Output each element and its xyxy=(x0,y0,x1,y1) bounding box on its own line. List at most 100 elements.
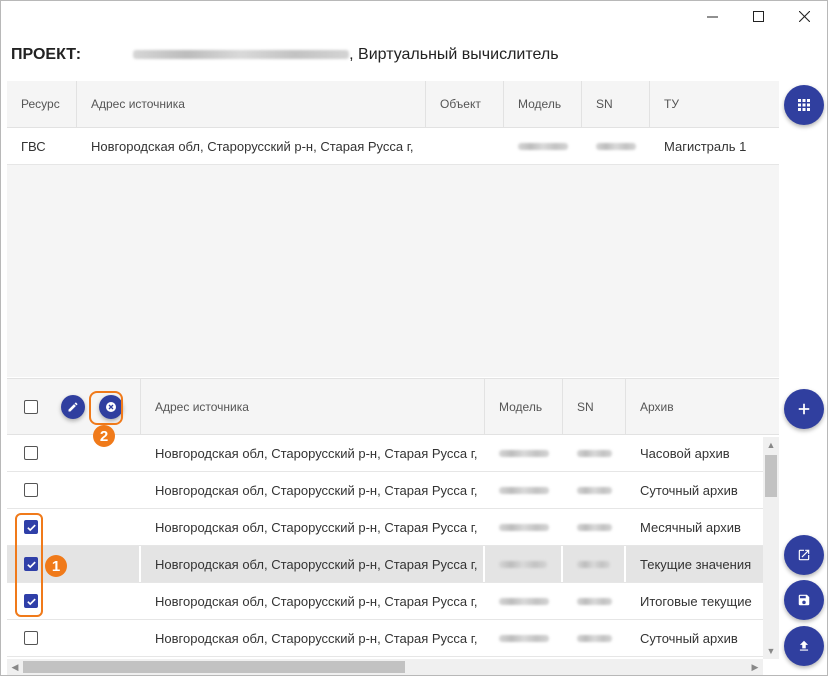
cell-model xyxy=(485,472,563,508)
column-header-sn[interactable]: SN xyxy=(563,379,626,434)
row-checkbox[interactable] xyxy=(24,446,38,460)
cell-object xyxy=(426,128,504,164)
scroll-up-icon[interactable]: ▲ xyxy=(763,437,779,453)
table-row[interactable]: Новгородская обл, Старорусский р-н, Стар… xyxy=(7,509,779,546)
plus-icon xyxy=(798,403,810,415)
save-button[interactable] xyxy=(784,580,824,620)
column-header-model[interactable]: Модель xyxy=(485,379,563,434)
callout-ring-checkboxes xyxy=(15,513,43,617)
redacted-model xyxy=(499,634,549,642)
redacted-model xyxy=(499,449,549,457)
table-row[interactable]: ГВС Новгородская обл, Старорусский р-н, … xyxy=(7,128,779,165)
cell-archive: Часовой архив xyxy=(640,445,730,461)
redacted-sn xyxy=(577,486,612,494)
page-title: ПРОЕКТ: , Виртуальный вычислитель xyxy=(11,46,559,64)
table-row[interactable]: Новгородская обл, Старорусский р-н, Стар… xyxy=(7,472,779,509)
minimize-button[interactable] xyxy=(689,1,735,31)
select-all-checkbox[interactable] xyxy=(24,399,38,414)
cell-sn xyxy=(563,546,626,582)
cell-source-address: Новгородская обл, Старорусский р-н, Стар… xyxy=(155,445,478,461)
cell-checkbox xyxy=(7,620,141,656)
row-checkbox[interactable] xyxy=(24,483,38,497)
close-button[interactable] xyxy=(781,1,827,31)
archives-grid-body: Новгородская обл, Старорусский р-н, Стар… xyxy=(7,435,779,657)
cell-archive: Месячный архив xyxy=(640,519,741,535)
open-external-button[interactable] xyxy=(784,535,824,575)
vertical-scroll-thumb[interactable] xyxy=(765,455,777,497)
column-header-resource[interactable]: Ресурс xyxy=(7,81,77,127)
cell-model xyxy=(485,583,563,619)
column-header-source-address[interactable]: Адрес источника xyxy=(77,81,426,127)
redacted-model xyxy=(499,486,549,494)
redacted-sn xyxy=(596,142,636,150)
cell-resource: ГВС xyxy=(21,138,46,154)
cell-source-address: Новгородская обл, Старорусский р-н, Стар… xyxy=(155,519,478,535)
scroll-down-icon[interactable]: ▼ xyxy=(763,643,779,659)
cell-sn xyxy=(563,620,626,656)
window-controls xyxy=(689,1,827,31)
cell-archive: Суточный архив xyxy=(640,630,738,646)
table-row[interactable]: Новгородская обл, Старорусский р-н, Стар… xyxy=(7,435,779,472)
scroll-right-icon[interactable]: ▶ xyxy=(747,659,763,675)
cell-checkbox xyxy=(7,472,141,508)
column-header-source-address[interactable]: Адрес источника xyxy=(141,379,485,434)
redacted-project-name xyxy=(133,50,350,60)
horizontal-scrollbar[interactable]: ◀ ▶ xyxy=(7,659,763,675)
upload-icon xyxy=(799,640,809,651)
add-button[interactable] xyxy=(784,389,824,429)
cell-archive: Суточный архив xyxy=(640,482,738,498)
upload-button[interactable] xyxy=(784,626,824,666)
open-in-new-icon xyxy=(798,549,810,561)
redacted-sn xyxy=(577,597,612,605)
cell-model xyxy=(485,620,563,656)
row-checkbox[interactable] xyxy=(24,631,38,645)
app-window: ПРОЕКТ: , Виртуальный вычислитель Ресурс … xyxy=(0,0,828,676)
cell-sn xyxy=(563,472,626,508)
cell-source-address: Новгородская обл, Старорусский р-н, Стар… xyxy=(155,482,478,498)
column-header-tu[interactable]: ТУ xyxy=(650,81,779,127)
project-name-suffix: , Виртуальный вычислитель xyxy=(349,46,559,63)
archives-grid: Адрес источника Модель SN Архив Новгород… xyxy=(7,378,779,672)
maximize-button[interactable] xyxy=(735,1,781,31)
cell-model xyxy=(485,546,563,582)
cell-source-address: Новгородская обл, Старорусский р-н, Стар… xyxy=(155,593,478,609)
cell-source-address: Новгородская обл, Старорусский р-н, Стар… xyxy=(141,546,485,582)
minimize-icon xyxy=(706,16,718,17)
cell-source-address: Новгородская обл, Старорусский р-н, Стар… xyxy=(155,630,478,646)
cell-sn xyxy=(582,128,650,164)
horizontal-scroll-thumb[interactable] xyxy=(23,661,405,673)
vertical-scrollbar[interactable]: ▲ ▼ xyxy=(763,437,779,659)
table-row[interactable]: Новгородская обл, Старорусский р-н, Стар… xyxy=(7,546,779,583)
apps-grid-icon xyxy=(798,99,810,111)
redacted-sn xyxy=(577,523,612,531)
redacted-model xyxy=(499,523,549,531)
redacted-model xyxy=(499,560,547,568)
redacted-sn xyxy=(577,634,612,642)
callout-badge-1: 1 xyxy=(45,555,67,577)
column-header-object[interactable]: Объект xyxy=(426,81,504,127)
cell-archive: Текущие значения xyxy=(640,556,752,572)
apps-grid-button[interactable] xyxy=(784,85,824,125)
redacted-model xyxy=(499,597,549,605)
column-header-model[interactable]: Модель xyxy=(504,81,582,127)
pencil-icon xyxy=(68,401,78,411)
close-icon xyxy=(798,10,810,22)
redacted-sn xyxy=(577,560,610,568)
table-row[interactable]: Новгородская обл, Старорусский р-н, Стар… xyxy=(7,583,779,620)
redacted-model xyxy=(518,142,568,150)
sources-grid: Ресурс Адрес источника Объект Модель SN … xyxy=(7,81,779,377)
column-header-sn[interactable]: SN xyxy=(582,81,650,127)
cell-archive: Итоговые текущие xyxy=(640,593,752,609)
callout-badge-2: 2 xyxy=(93,425,115,447)
cell-checkbox xyxy=(7,435,141,471)
cell-sn xyxy=(563,583,626,619)
cell-tu: Магистраль 1 xyxy=(664,138,747,154)
cell-model xyxy=(504,128,582,164)
table-row[interactable]: Новгородская обл, Старорусский р-н, Стар… xyxy=(7,620,779,657)
column-header-archive[interactable]: Архив xyxy=(626,379,763,434)
floppy-disk-icon xyxy=(798,594,810,606)
cell-model xyxy=(485,435,563,471)
edit-button[interactable] xyxy=(61,394,85,419)
scroll-left-icon[interactable]: ◀ xyxy=(7,659,23,675)
callout-ring-delete xyxy=(89,391,123,425)
